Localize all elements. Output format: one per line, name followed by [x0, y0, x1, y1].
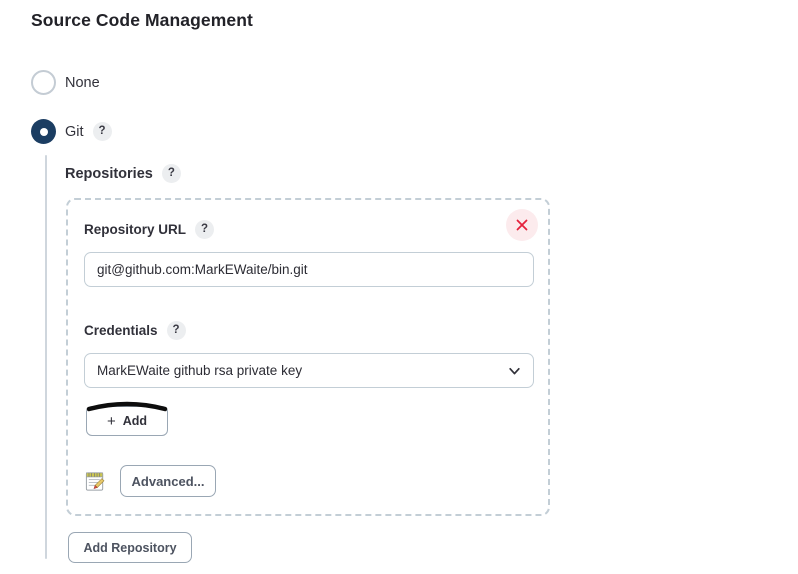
close-x-icon [516, 219, 528, 231]
scm-config-page: Source Code Management None Git ? Reposi… [0, 0, 798, 574]
repository-entry-block: Repository URL ? Credentials ? MarkEWait… [66, 198, 550, 516]
repository-url-input[interactable] [84, 252, 534, 287]
indent-guide-line [45, 155, 47, 559]
page-title: Source Code Management [31, 10, 253, 30]
radio-none[interactable] [31, 70, 56, 95]
add-repository-button[interactable]: Add Repository [68, 532, 192, 563]
repositories-label: Repositories [65, 165, 153, 182]
help-icon-repository-url[interactable]: ? [195, 220, 215, 239]
help-icon-credentials[interactable]: ? [166, 321, 186, 340]
scm-option-git[interactable]: Git ? [31, 119, 112, 144]
scm-option-none-label: None [65, 74, 100, 91]
scm-option-git-label: Git [65, 123, 84, 140]
add-credentials-label: Add [122, 414, 148, 428]
advanced-button[interactable]: Advanced... [120, 465, 216, 497]
plus-icon: + [106, 412, 116, 430]
help-icon-repositories[interactable]: ? [161, 164, 181, 183]
credentials-select-wrapper: MarkEWaite github rsa private key [84, 353, 534, 388]
repositories-heading: Repositories ? [65, 164, 181, 183]
delete-repository-button[interactable] [506, 209, 538, 241]
repository-url-label: Repository URL [84, 222, 187, 237]
credentials-select[interactable]: MarkEWaite github rsa private key [84, 353, 534, 388]
credentials-selected-value: MarkEWaite github rsa private key [97, 363, 303, 378]
credentials-label: Credentials [84, 323, 158, 338]
scm-option-none[interactable]: None [31, 70, 100, 95]
help-icon-git[interactable]: ? [92, 122, 112, 141]
credentials-label-row: Credentials ? [84, 321, 186, 340]
repository-url-label-row: Repository URL ? [84, 220, 215, 239]
advanced-row: Advanced... [84, 465, 216, 497]
add-repository-label: Add Repository [83, 540, 177, 555]
radio-git[interactable] [31, 119, 56, 144]
advanced-button-label: Advanced... [131, 473, 205, 489]
add-credentials-button[interactable]: + Add [86, 406, 168, 436]
notepad-pencil-icon [85, 471, 105, 491]
